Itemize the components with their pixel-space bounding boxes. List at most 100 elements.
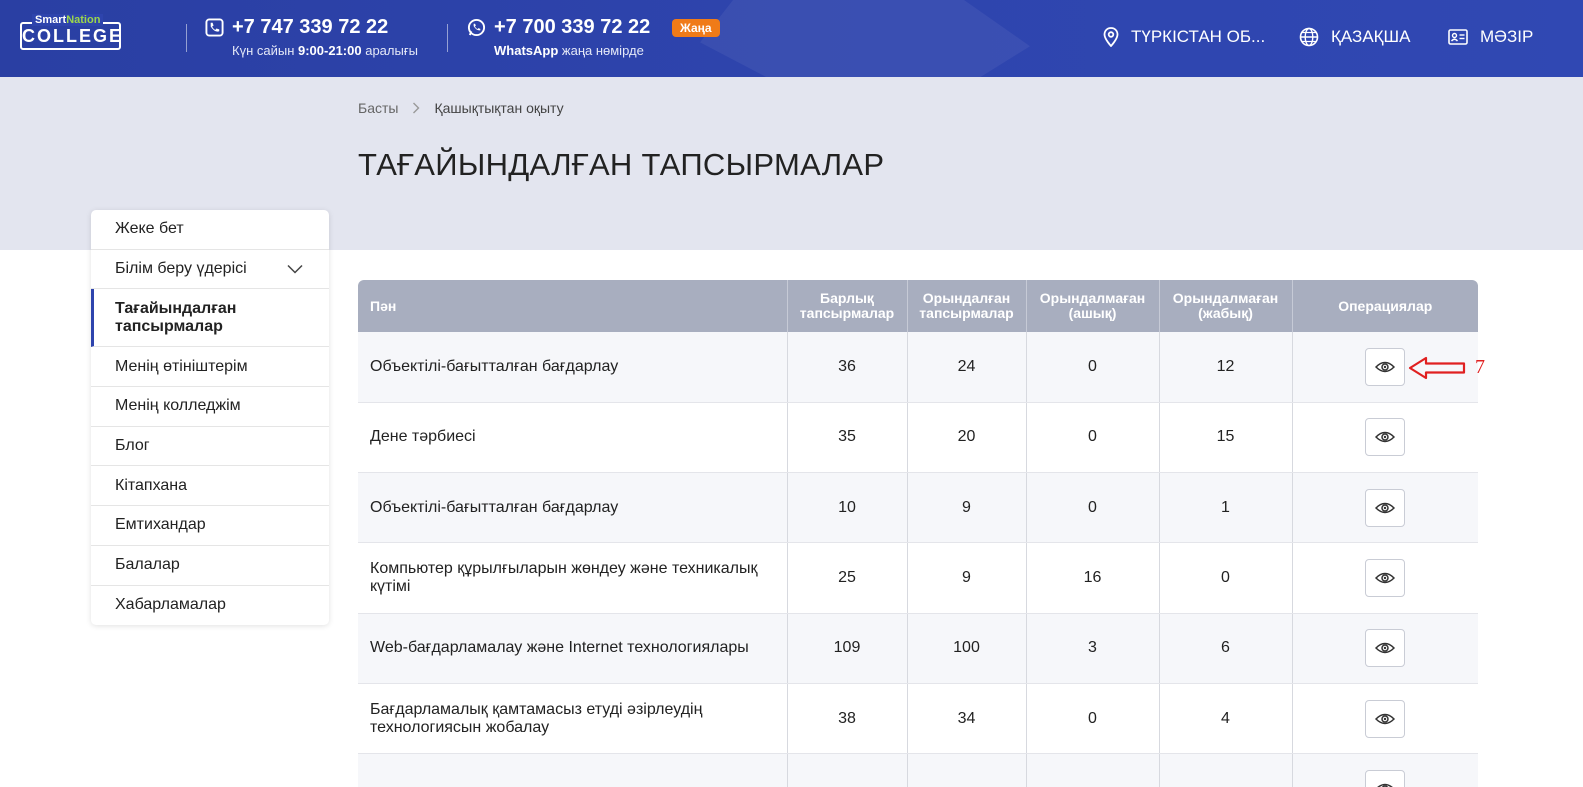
count-cell: [787, 753, 908, 787]
count-cell: 24: [907, 332, 1027, 403]
sidebar-item-label: Балалар: [115, 556, 180, 574]
language-selector[interactable]: ҚАЗАҚША: [1299, 27, 1410, 47]
subject-cell: Компьютер құрылғыларын жөндеу және техни…: [358, 542, 788, 614]
count-cell: [907, 753, 1027, 787]
view-button[interactable]: [1365, 559, 1406, 598]
region-selector[interactable]: ТҮРКІСТАН ОБ...: [1103, 27, 1265, 47]
view-button[interactable]: [1365, 418, 1406, 457]
sidebar-item-profile[interactable]: Жеке бет: [91, 210, 329, 250]
sidebar-item-notifications[interactable]: Хабарламалар: [91, 586, 329, 626]
annotation-number: 7: [1475, 356, 1485, 378]
count-cell: 0: [1026, 402, 1160, 474]
chevron-down-icon: [287, 264, 303, 274]
header-divider: [186, 24, 187, 52]
count-cell: 15: [1159, 402, 1293, 474]
annotation-arrow-icon: [1408, 356, 1466, 380]
whatsapp-contact[interactable]: +7 700 339 72 22 WhatsApp жаңа нөмірде: [467, 16, 650, 58]
eye-icon: [1377, 783, 1394, 787]
view-button[interactable]: [1365, 347, 1406, 386]
count-cell: 16: [1026, 542, 1160, 614]
count-cell: 6: [1159, 613, 1293, 684]
count-cell: 34: [907, 683, 1027, 755]
sidebar-item-label: Тағайындалған тапсырмалар: [115, 299, 237, 335]
operations-cell: [1292, 753, 1478, 787]
count-cell: 109: [787, 613, 908, 684]
sidebar-item-label: Менің колледжім: [115, 397, 241, 415]
sidebar-item-my-college[interactable]: Менің колледжім: [91, 387, 329, 427]
operations-cell: [1292, 613, 1478, 684]
new-badge: Жаңа: [672, 19, 720, 37]
count-cell: [1026, 753, 1160, 787]
sidebar-item-label: Жеке бет: [115, 220, 184, 238]
eye-icon: [1375, 361, 1396, 373]
sidebar-item-exams[interactable]: Емтихандар: [91, 506, 329, 546]
whatsapp-number[interactable]: +7 700 339 72 22: [494, 16, 650, 39]
column-header: Барлық тапсырмалар: [787, 280, 908, 332]
header-divider: [447, 24, 448, 52]
count-cell: 0: [1026, 332, 1160, 403]
subject-cell: Дене тәрбиесі: [358, 402, 788, 474]
subject-cell: Web-бағдарламалау және Internet технолог…: [358, 613, 788, 684]
map-decoration: [700, 0, 1030, 77]
count-cell: 100: [907, 613, 1027, 684]
globe-icon: [1299, 27, 1319, 47]
college-logo[interactable]: COLLEGE SmartNation: [20, 14, 121, 50]
region-label: ТҮРКІСТАН ОБ...: [1131, 27, 1266, 46]
count-cell: 0: [1026, 683, 1160, 755]
tasks-table: Пән Барлық тапсырмалар Орындалған тапсыр…: [358, 280, 1478, 787]
table-row: Объектілі-бағытталған бағдарлау 10 9 0 1: [358, 472, 1478, 544]
eye-icon: [1375, 432, 1396, 443]
column-header: Операциялар: [1292, 280, 1478, 332]
table-row: Объектілі-бағытталған бағдарлау 36 24 0 12: [358, 332, 1478, 403]
sidebar-item-blog[interactable]: Блог: [91, 427, 329, 467]
sidebar-item-library[interactable]: Кітапхана: [91, 466, 329, 507]
table-row: Компьютер құрылғыларын жөндеу және техни…: [358, 542, 1478, 614]
eye-icon: [1375, 502, 1396, 513]
sidebar-item-label: Хабарламалар: [115, 596, 226, 614]
operations-cell: [1292, 472, 1478, 544]
eye-icon: [1375, 643, 1396, 654]
sidebar-item-label: Менің өтініштерім: [115, 357, 248, 375]
eye-icon: [1375, 713, 1396, 724]
page-title: ТАҒАЙЫНДАЛҒАН ТАПСЫРМАЛАР: [358, 147, 885, 182]
phone-number[interactable]: +7 747 339 72 22: [232, 16, 388, 39]
subject-cell: Объектілі-бағытталған бағдарлау: [358, 332, 788, 403]
breadcrumb-home[interactable]: Басты: [358, 100, 398, 116]
eye-icon: [1375, 572, 1396, 584]
sidebar-item-label: Кітапхана: [115, 476, 188, 494]
logo-smart-text: SmartNation: [32, 14, 104, 26]
menu-button[interactable]: МӘЗІР: [1448, 27, 1533, 47]
count-cell: 38: [787, 683, 908, 755]
sidebar-item-children[interactable]: Балалар: [91, 546, 329, 586]
table-row: Дене тәрбиесі 35 20 0 15: [358, 402, 1478, 474]
subject-cell: Объектілі-бағытталған бағдарлау: [358, 472, 788, 544]
table-row: [358, 753, 1478, 787]
operations-cell: [1292, 402, 1478, 474]
view-button[interactable]: [1365, 769, 1406, 787]
count-cell: 3: [1026, 613, 1160, 684]
column-header: Орындалмаған (ашық): [1026, 280, 1160, 332]
sidebar-nav: Жеке бет Білім беру үдерісі Тағайындалға…: [91, 210, 329, 626]
sidebar-item-education-process[interactable]: Білім беру үдерісі: [91, 250, 329, 290]
view-button[interactable]: [1365, 699, 1406, 738]
phone-icon: [205, 18, 224, 37]
count-cell: 36: [787, 332, 908, 403]
id-card-icon: [1448, 29, 1468, 45]
column-header: Пән: [358, 280, 788, 332]
operations-cell: [1292, 542, 1478, 614]
table-row: Бағдарламалық қамтамасыз етуді әзірлеуді…: [358, 683, 1478, 755]
sidebar-item-my-requests[interactable]: Менің өтініштерім: [91, 347, 329, 388]
count-cell: 25: [787, 542, 908, 614]
view-button[interactable]: [1365, 488, 1406, 527]
subject-cell: Бағдарламалық қамтамасыз етуді әзірлеуді…: [358, 683, 788, 755]
view-button[interactable]: [1365, 629, 1406, 668]
tasks-table-container: Пән Барлық тапсырмалар Орындалған тапсыр…: [358, 280, 1478, 787]
phone-contact[interactable]: +7 747 339 72 22 Күн сайын 9:00-21:00 ар…: [205, 16, 418, 58]
column-header: Орындалмаған (жабық): [1159, 280, 1293, 332]
count-cell: 9: [907, 472, 1027, 544]
operations-cell: [1292, 683, 1478, 755]
sidebar-item-assigned-tasks[interactable]: Тағайындалған тапсырмалар: [91, 289, 329, 348]
sidebar-item-label: Блог: [115, 437, 150, 455]
menu-label: МӘЗІР: [1480, 27, 1534, 46]
language-label: ҚАЗАҚША: [1331, 27, 1411, 46]
